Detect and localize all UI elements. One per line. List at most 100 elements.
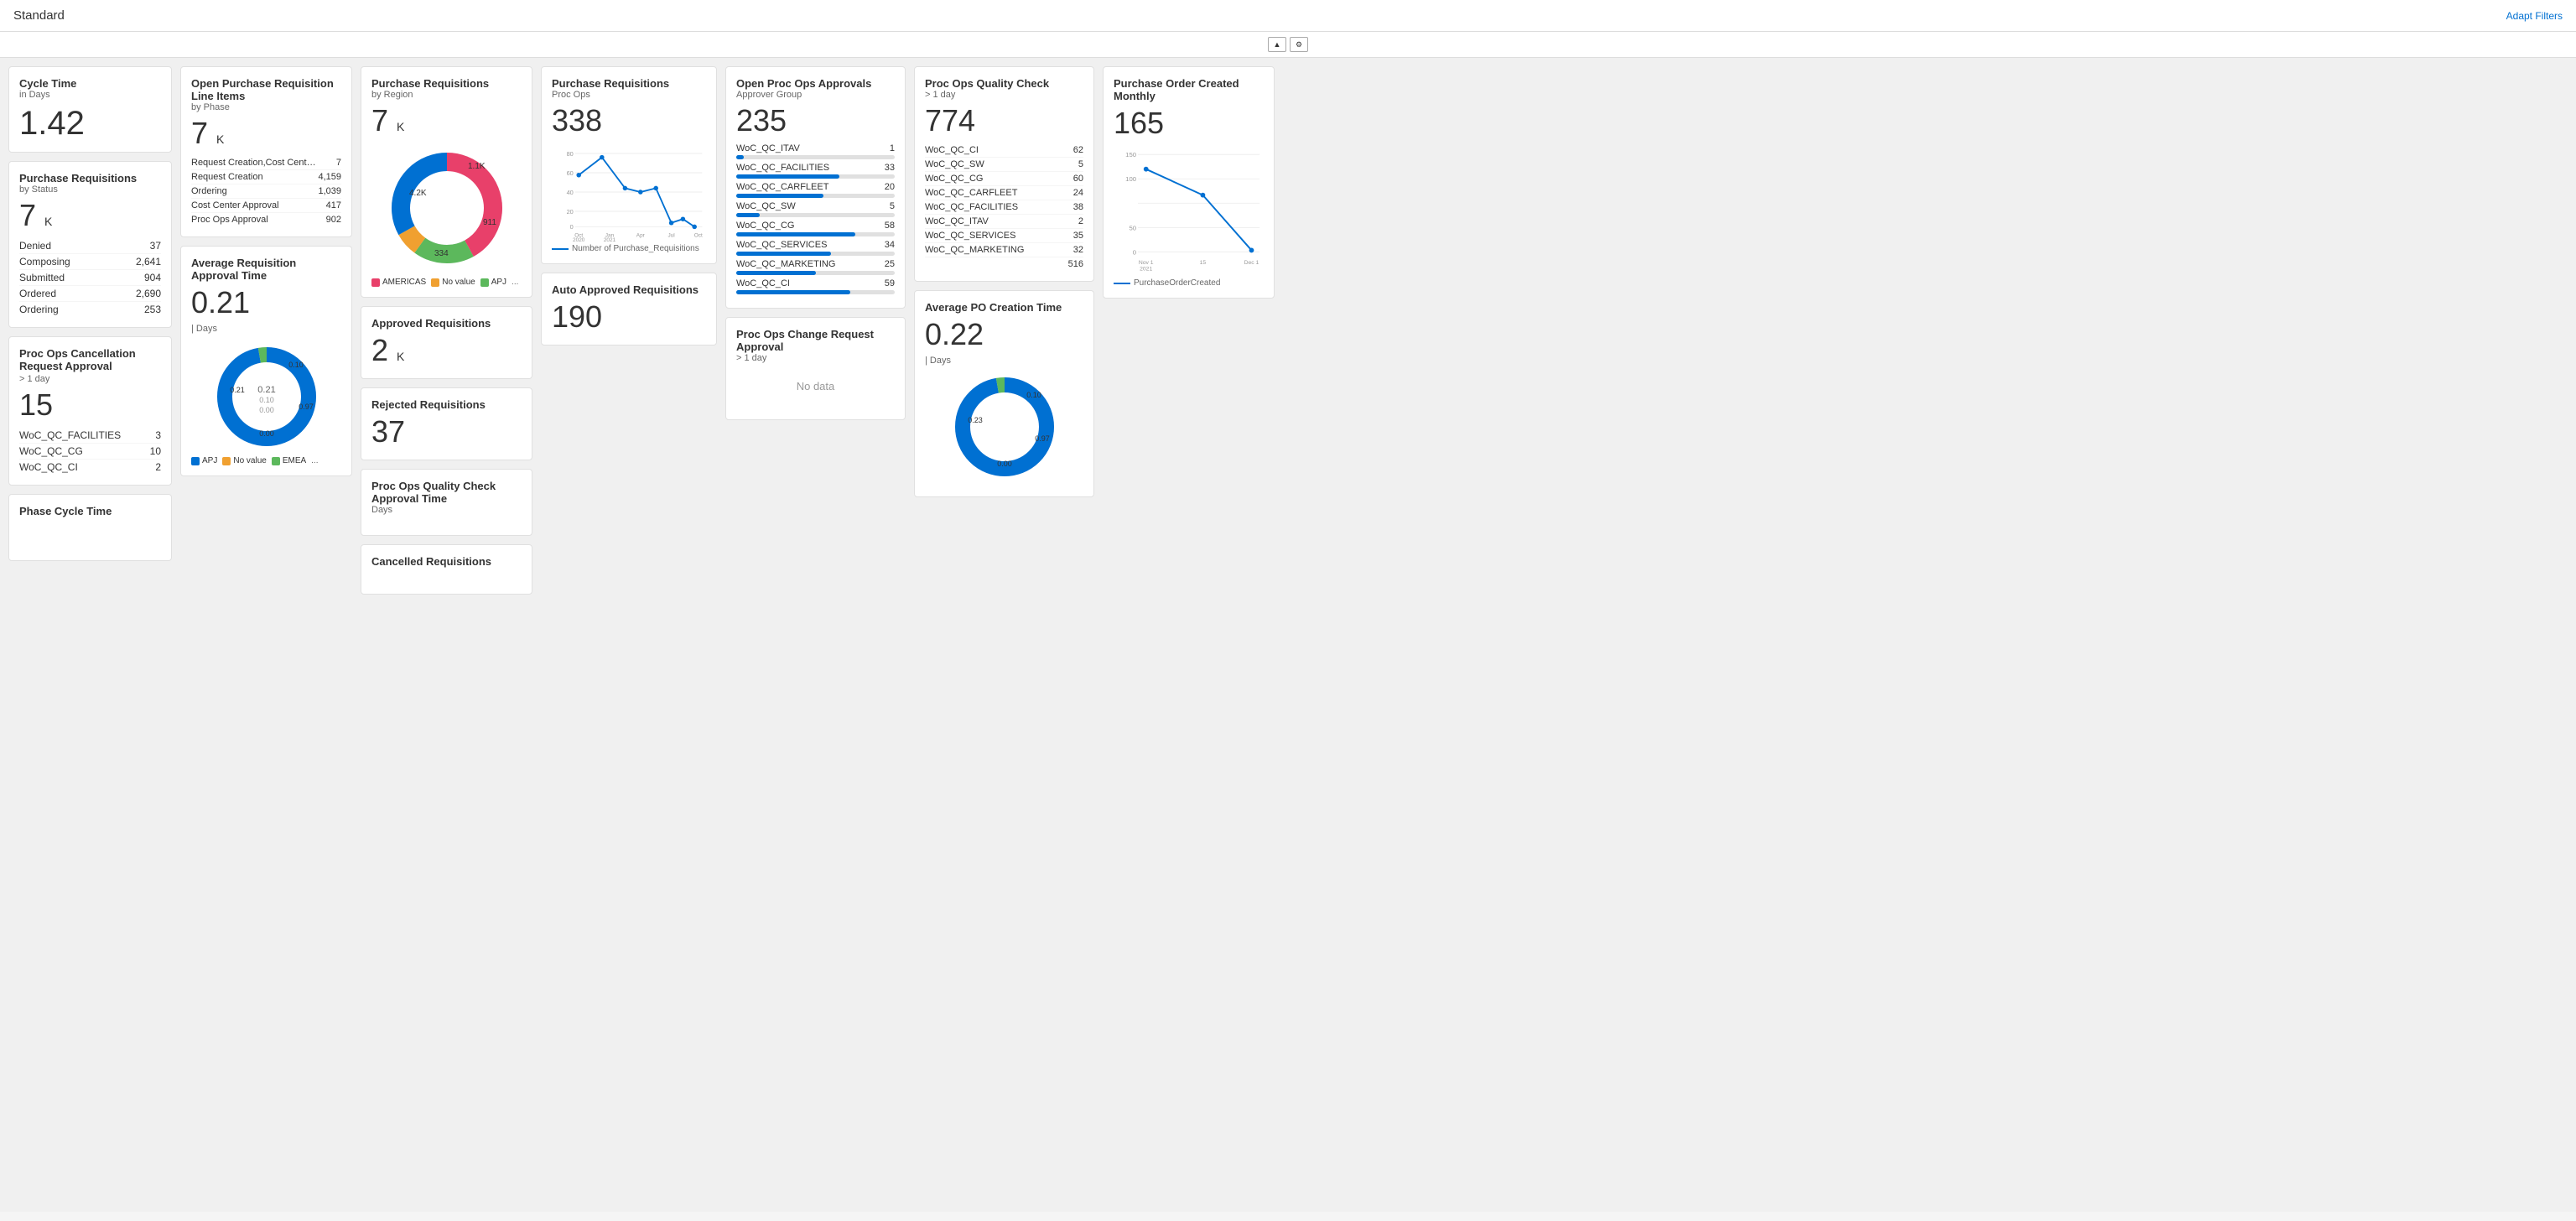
marketing-row: WoC_QC_MARKETING25 [736,259,895,275]
svg-text:Nov 1: Nov 1 [1139,260,1154,266]
svg-text:0.10: 0.10 [259,396,274,404]
avg-req-legend: APJ No value EMEA ... [191,456,341,465]
pr-proc-ops-title: Purchase Requisitions [552,77,706,90]
cycle-time-title: Cycle Time [19,77,161,90]
pr-status-card: Purchase Requisitions by Status 7 K Deni… [8,161,172,328]
cancel-cg-row: WoC_QC_CG10 [19,444,161,460]
ci-row: WoC_QC_CI59 [736,278,895,294]
po-monthly-legend: PurchaseOrderCreated [1114,278,1264,288]
qc-carfleet-row: WoC_QC_CARFLEET24 [925,186,1083,200]
open-pr-row-3: Ordering1,039 [191,184,341,199]
page-header: Standard Adapt Filters [0,0,2576,32]
filter-settings-icon[interactable]: ⚙ [1290,37,1308,52]
col-4: Purchase Requisitions Proc Ops 338 80 60… [541,66,717,1203]
svg-text:20: 20 [567,208,574,216]
avg-req-unit: | Days [191,324,341,334]
open-pr-line-card: Open Purchase Requisition Line Items by … [180,66,352,237]
proc-ops-qc-time-title: Proc Ops Quality Check Approval Time [371,480,522,505]
qc-facilities-row: WoC_QC_FACILITIES38 [925,200,1083,215]
pr-proc-ops-card: Purchase Requisitions Proc Ops 338 80 60… [541,66,717,264]
cycle-time-card: Cycle Time in Days 1.42 [8,66,172,153]
svg-text:0.00: 0.00 [997,460,1012,468]
pr-region-legend: AMERICAS No value APJ ... [371,278,522,287]
open-pr-value: 7 K [191,116,341,151]
cg-row: WoC_QC_CG58 [736,221,895,236]
services-row: WoC_QC_SERVICES34 [736,240,895,256]
col-1: Cycle Time in Days 1.42 Purchase Requisi… [8,66,172,1203]
svg-text:0.97: 0.97 [1035,434,1050,443]
qc-marketing-row: WoC_QC_MARKETING32 [925,243,1083,257]
adapt-filters-btn[interactable]: Adapt Filters [2506,10,2563,22]
col-2: Open Purchase Requisition Line Items by … [180,66,352,1203]
approved-req-title: Approved Requisitions [371,317,522,330]
avg-po-title: Average PO Creation Time [925,301,1083,314]
pr-status-subtitle: by Status [19,184,161,195]
svg-text:50: 50 [1129,224,1136,231]
proc-ops-qc-title: Proc Ops Quality Check [925,77,1083,90]
svg-text:Jul: Jul [667,232,674,238]
cycle-time-value: 1.42 [19,105,161,142]
open-pr-row-4: Cost Center Approval417 [191,199,341,213]
svg-text:0: 0 [570,223,574,231]
pr-proc-ops-chart: 80 60 40 20 0 Oct [552,142,706,242]
svg-text:0.97: 0.97 [299,403,314,411]
avg-po-value: 0.22 [925,317,1083,352]
avg-po-creation-card: Average PO Creation Time 0.22 | Days 0.2… [914,290,1094,497]
pr-region-value: 7 K [371,103,522,138]
cancel-ci-row: WoC_QC_CI2 [19,460,161,475]
auto-approved-value: 190 [552,299,706,335]
qc-services-row: WoC_QC_SERVICES35 [925,229,1083,243]
proc-ops-qc-time-card: Proc Ops Quality Check Approval Time Day… [361,469,532,536]
proc-ops-qc-time-subtitle: Days [371,505,522,515]
pr-status-value: 7 K [19,198,161,233]
pr-proc-ops-subtitle: Proc Ops [552,90,706,100]
open-proc-ops-card: Open Proc Ops Approvals Approver Group 2… [725,66,906,309]
open-proc-ops-subtitle: Approver Group [736,90,895,100]
proc-ops-cancel-title: Proc Ops Cancellation Request Approval [19,347,161,372]
pr-region-title: Purchase Requisitions [371,77,522,90]
svg-text:60: 60 [567,169,574,177]
svg-text:4.2K: 4.2K [409,189,427,198]
qc-total-row: 516 [925,257,1083,271]
svg-text:0.00: 0.00 [259,429,274,438]
proc-ops-qc-card: Proc Ops Quality Check > 1 day 774 WoC_Q… [914,66,1094,282]
col-3: Purchase Requisitions by Region 7 K [361,66,532,1203]
carfleet-row: WoC_QC_CARFLEET20 [736,182,895,198]
qc-cg-row: WoC_QC_CG60 [925,172,1083,186]
phase-cycle-time-card: Phase Cycle Time [8,494,172,561]
svg-text:Dec 1: Dec 1 [1244,260,1259,266]
facilities-row: WoC_QC_FACILITIES33 [736,163,895,179]
avg-req-approval-card: Average Requisition Approval Time 0.21 |… [180,246,352,476]
auto-approved-title: Auto Approved Requisitions [552,283,706,296]
svg-text:0.21: 0.21 [257,385,275,395]
svg-text:80: 80 [567,150,574,158]
avg-req-donut: 0.21 0.10 0.00 0.21 0.10 0.00 0.97 [191,342,341,451]
approved-req-value: 2 K [371,333,522,368]
open-proc-ops-title: Open Proc Ops Approvals [736,77,895,90]
rejected-req-card: Rejected Requisitions 37 [361,387,532,460]
dashboard: Cycle Time in Days 1.42 Purchase Requisi… [0,58,2576,1212]
svg-text:0.23: 0.23 [968,416,983,424]
svg-text:0.10: 0.10 [288,361,304,369]
svg-text:0.21: 0.21 [230,386,245,394]
proc-ops-cancel-subtitle: > 1 day [19,374,161,384]
pr-region-card: Purchase Requisitions by Region 7 K [361,66,532,298]
pr-proc-ops-value: 338 [552,103,706,138]
phase-cycle-time-title: Phase Cycle Time [19,505,161,517]
proc-ops-qc-subtitle: > 1 day [925,90,1083,100]
rejected-req-value: 37 [371,414,522,449]
proc-ops-change-title: Proc Ops Change Request Approval [736,328,895,353]
cancelled-req-card: Cancelled Requisitions [361,544,532,595]
svg-text:Apr: Apr [636,232,646,238]
filter-up-icon[interactable]: ▲ [1268,37,1286,52]
itav-row: WoC_QC_ITAV1 [736,143,895,159]
svg-text:334: 334 [434,249,449,258]
cycle-time-subtitle: in Days [19,90,161,100]
pr-composing-row: Composing2,641 [19,254,161,270]
pr-denied-row: Denied37 [19,238,161,254]
avg-po-unit: | Days [925,356,1083,366]
avg-req-title: Average Requisition Approval Time [191,257,341,282]
svg-text:Oct: Oct [694,232,703,238]
svg-text:2021: 2021 [604,237,616,242]
pr-region-donut: 4.2K 1.1K 911 334 [371,145,522,271]
